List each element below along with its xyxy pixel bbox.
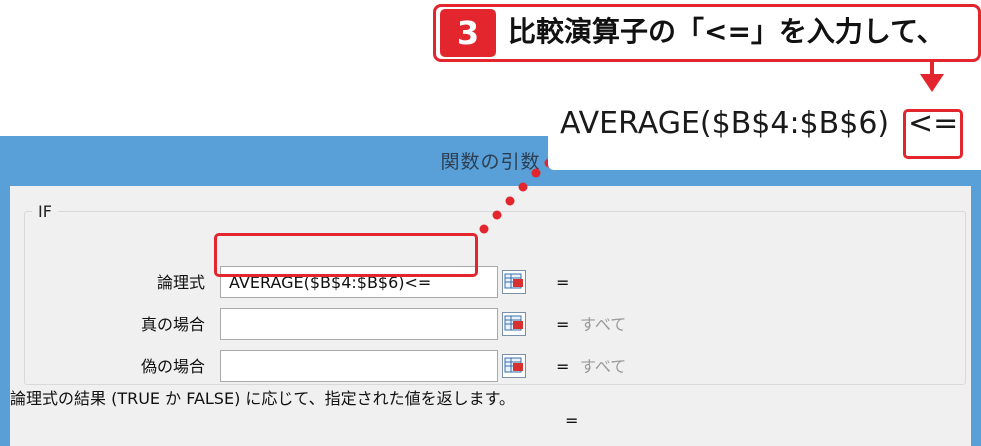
- instruction-text: 比較演算子の「<=」を入力して、: [508, 15, 945, 48]
- step-number-badge: 3: [440, 9, 496, 57]
- dotted-connector: [479, 158, 554, 234]
- operator-highlight-frame: [903, 109, 963, 159]
- zoom-formula: AVERAGE($B$4:$B$6): [560, 106, 890, 141]
- arrow-down-icon: [920, 74, 944, 92]
